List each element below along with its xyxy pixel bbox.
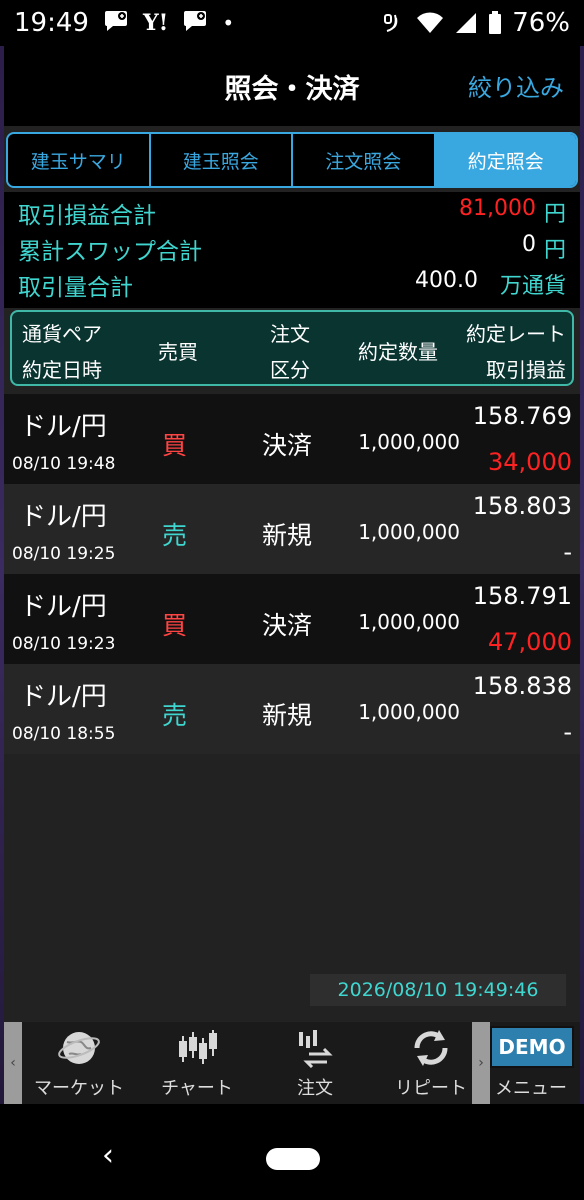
table-row[interactable]: ドル/円 08/10 18:55 売 新規 1,000,000 158.838 … [4, 664, 580, 754]
col-pl: 取引損益 [486, 358, 566, 382]
trade-date: 08/10 19:48 [12, 454, 116, 474]
profit-value: 81,000 [459, 196, 536, 221]
trade-kind: 新規 [262, 701, 313, 730]
nfc-icon [382, 11, 406, 35]
trade-pl: 34,000 [488, 448, 572, 476]
trade-kind: 決済 [262, 431, 313, 460]
globe-icon [24, 1028, 134, 1068]
trade-date: 08/10 18:55 [12, 724, 116, 744]
volume-unit: 万通貨 [499, 274, 566, 299]
nav-market-label: マーケット [34, 1078, 124, 1099]
profit-label: 取引損益合計 [18, 203, 156, 229]
system-nav: ‹ [0, 1104, 584, 1200]
trade-pair: ドル/円 [20, 682, 107, 712]
trade-side: 買 [162, 431, 188, 460]
nav-order-label: 注文 [297, 1078, 333, 1099]
col-qty: 約定数量 [358, 340, 438, 364]
home-button[interactable] [266, 1148, 320, 1170]
trade-date: 08/10 19:25 [12, 544, 116, 564]
battery-icon [488, 11, 502, 35]
trade-qty: 1,000,000 [358, 520, 460, 544]
chat-icon [103, 8, 129, 38]
nav-left-arrow[interactable]: ‹ [4, 1022, 22, 1104]
nav-repeat[interactable]: リピート [376, 1022, 486, 1104]
swap-value: 0 [522, 232, 536, 257]
col-order-2: 区分 [270, 358, 310, 382]
right-edge [580, 46, 584, 1104]
col-side: 売買 [158, 340, 198, 364]
trade-date: 08/10 19:23 [12, 634, 116, 654]
profit-unit: 円 [543, 202, 566, 227]
yahoo-icon: Y! [142, 10, 169, 36]
table-row[interactable]: ドル/円 08/10 19:48 買 決済 1,000,000 158.769 … [4, 394, 580, 484]
filter-button[interactable]: 絞り込み [468, 68, 564, 103]
page-title: 照会・決済 [224, 73, 360, 105]
nav-repeat-label: リピート [395, 1078, 467, 1099]
trade-qty: 1,000,000 [358, 610, 460, 634]
tab-position-summary[interactable]: 建玉サマリ [8, 134, 151, 186]
order-icon [260, 1028, 370, 1068]
status-bar: 19:49 Y! • 76% [0, 0, 584, 46]
swap-label: 累計スワップ合計 [18, 239, 202, 265]
candlestick-icon [142, 1028, 252, 1068]
col-rate: 約定レート [466, 322, 566, 346]
nav-order[interactable]: 注文 [260, 1022, 370, 1104]
tab-order-inquiry[interactable]: 注文照会 [293, 134, 436, 186]
trade-pl: - [563, 718, 572, 746]
summary-volume-row: 取引量合計 400.0 万通貨 [4, 268, 580, 304]
tab-bar: 建玉サマリ 建玉照会 注文照会 約定照会 [6, 132, 578, 188]
trade-rate: 158.803 [472, 492, 572, 520]
trade-pl: 47,000 [488, 628, 572, 656]
table-row[interactable]: ドル/円 08/10 19:25 売 新規 1,000,000 158.803 … [4, 484, 580, 574]
volume-label: 取引量合計 [18, 275, 133, 301]
signal-icon [454, 11, 478, 35]
repeat-icon [376, 1028, 486, 1068]
trade-kind: 新規 [262, 521, 313, 550]
tab-position-inquiry[interactable]: 建玉照会 [151, 134, 293, 186]
trade-qty: 1,000,000 [358, 700, 460, 724]
trade-kind: 決済 [262, 611, 313, 640]
nav-market[interactable]: マーケット [24, 1022, 134, 1104]
nav-chart[interactable]: チャート [142, 1022, 252, 1104]
nav-menu[interactable]: メニュー [482, 1022, 580, 1104]
notification-dot: • [222, 11, 235, 35]
trade-rate: 158.769 [472, 402, 572, 430]
trade-side: 売 [162, 701, 188, 730]
trade-list: ドル/円 08/10 19:48 買 決済 1,000,000 158.769 … [4, 394, 580, 754]
tab-execution-inquiry[interactable]: 約定照会 [435, 134, 576, 186]
back-button[interactable]: ‹ [102, 1138, 114, 1173]
trade-pair: ドル/円 [20, 592, 107, 622]
trade-rate: 158.838 [472, 672, 572, 700]
trade-pair: ドル/円 [20, 412, 107, 442]
trade-qty: 1,000,000 [358, 430, 460, 454]
table-row[interactable]: ドル/円 08/10 19:23 買 決済 1,000,000 158.791 … [4, 574, 580, 664]
trade-side: 売 [162, 521, 188, 550]
trade-rate: 158.791 [472, 582, 572, 610]
wifi-icon [416, 11, 444, 35]
trade-pair: ドル/円 [20, 502, 107, 532]
status-time: 19:49 [14, 8, 89, 38]
bottom-nav: ‹ マーケット チャート 注文 リピート › DEMO メニュー [4, 1022, 580, 1104]
chat-icon [182, 8, 208, 38]
battery-percent: 76% [512, 8, 570, 38]
summary-profit-row: 取引損益合計 81,000 円 [4, 196, 580, 232]
summary-panel: 取引損益合計 81,000 円 累計スワップ合計 0 円 取引量合計 400.0… [4, 192, 580, 308]
header: 照会・決済 絞り込み [4, 46, 580, 126]
status-right: 76% [382, 8, 570, 38]
trade-side: 買 [162, 611, 188, 640]
col-order-1: 注文 [270, 322, 310, 346]
summary-swap-row: 累計スワップ合計 0 円 [4, 232, 580, 268]
update-timestamp: 2026/08/10 19:49:46 [310, 974, 566, 1006]
column-header: 通貨ペア 約定日時 売買 注文 区分 約定数量 約定レート 取引損益 [10, 310, 574, 386]
nav-chart-label: チャート [161, 1078, 233, 1099]
col-date: 約定日時 [22, 358, 102, 382]
volume-value: 400.0 [415, 268, 478, 293]
app-frame: 照会・決済 絞り込み 建玉サマリ 建玉照会 注文照会 約定照会 取引損益合計 8… [4, 46, 580, 1104]
col-pair: 通貨ペア [22, 322, 102, 346]
trade-pl: - [563, 538, 572, 566]
nav-menu-label: メニュー [495, 1078, 567, 1099]
swap-unit: 円 [543, 238, 566, 263]
